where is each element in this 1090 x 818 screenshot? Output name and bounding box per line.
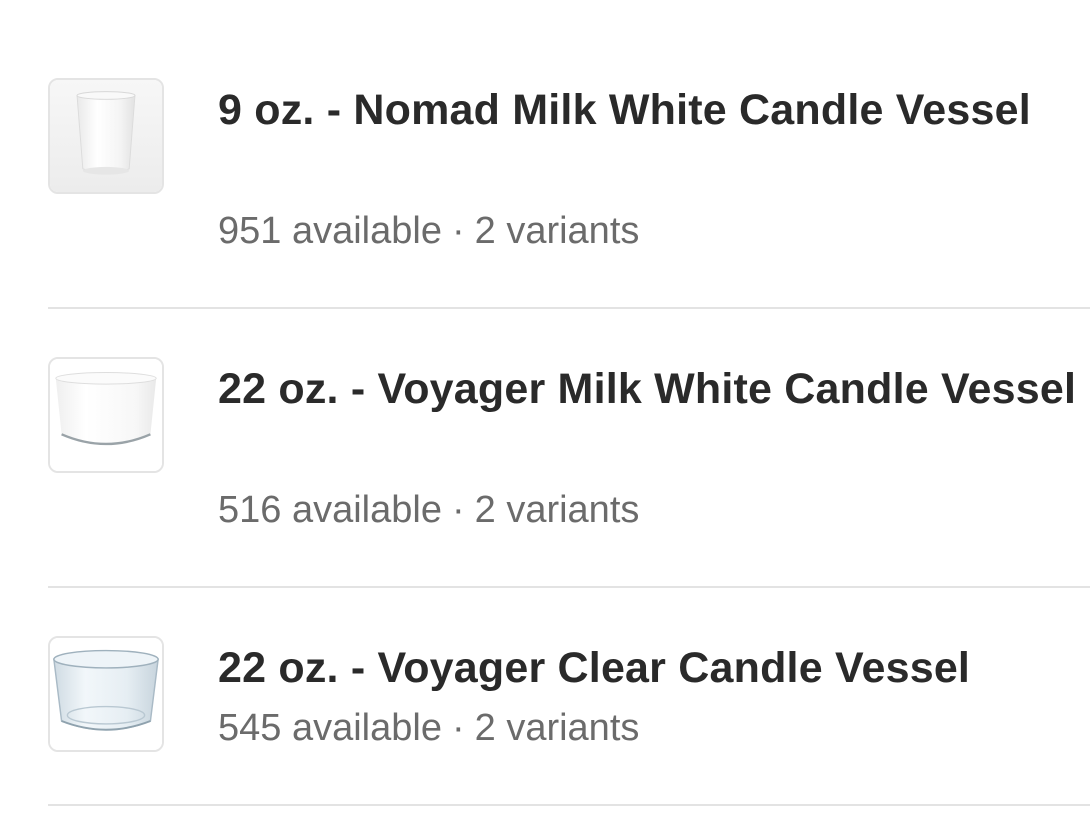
available-count: 516 available [218, 489, 442, 531]
row-divider [48, 307, 1090, 309]
available-count: 545 available [218, 707, 442, 749]
row-divider [48, 586, 1090, 588]
milk-white-tumbler-icon [50, 80, 162, 192]
clear-glass-bowl-icon [50, 638, 162, 750]
meta-separator: · [451, 210, 465, 252]
product-meta: 516 available · 2 variants [218, 487, 639, 533]
product-title[interactable]: 22 oz. - Voyager Milk White Candle Vesse… [218, 359, 1078, 419]
product-thumbnail [48, 357, 164, 473]
milk-white-bowl-icon [50, 359, 162, 471]
product-title[interactable]: 9 oz. - Nomad Milk White Candle Vessel [218, 80, 1078, 140]
row-divider [48, 804, 1090, 806]
product-row[interactable]: 22 oz. - Voyager Clear Candle Vessel 545… [48, 636, 1090, 786]
product-thumbnail [48, 636, 164, 752]
variant-count: 2 variants [474, 489, 640, 531]
product-thumbnail [48, 78, 164, 194]
product-list: 9 oz. - Nomad Milk White Candle Vessel 9… [0, 0, 1090, 818]
available-count: 951 available [218, 210, 442, 252]
product-meta: 951 available · 2 variants [218, 208, 639, 254]
variant-count: 2 variants [474, 210, 640, 252]
product-row[interactable]: 9 oz. - Nomad Milk White Candle Vessel 9… [48, 78, 1090, 278]
meta-separator: · [451, 707, 465, 749]
product-row[interactable]: 22 oz. - Voyager Milk White Candle Vesse… [48, 357, 1090, 557]
product-title[interactable]: 22 oz. - Voyager Clear Candle Vessel [218, 638, 1078, 698]
variant-count: 2 variants [474, 707, 640, 749]
meta-separator: · [451, 489, 465, 531]
product-meta: 545 available · 2 variants [218, 705, 639, 751]
